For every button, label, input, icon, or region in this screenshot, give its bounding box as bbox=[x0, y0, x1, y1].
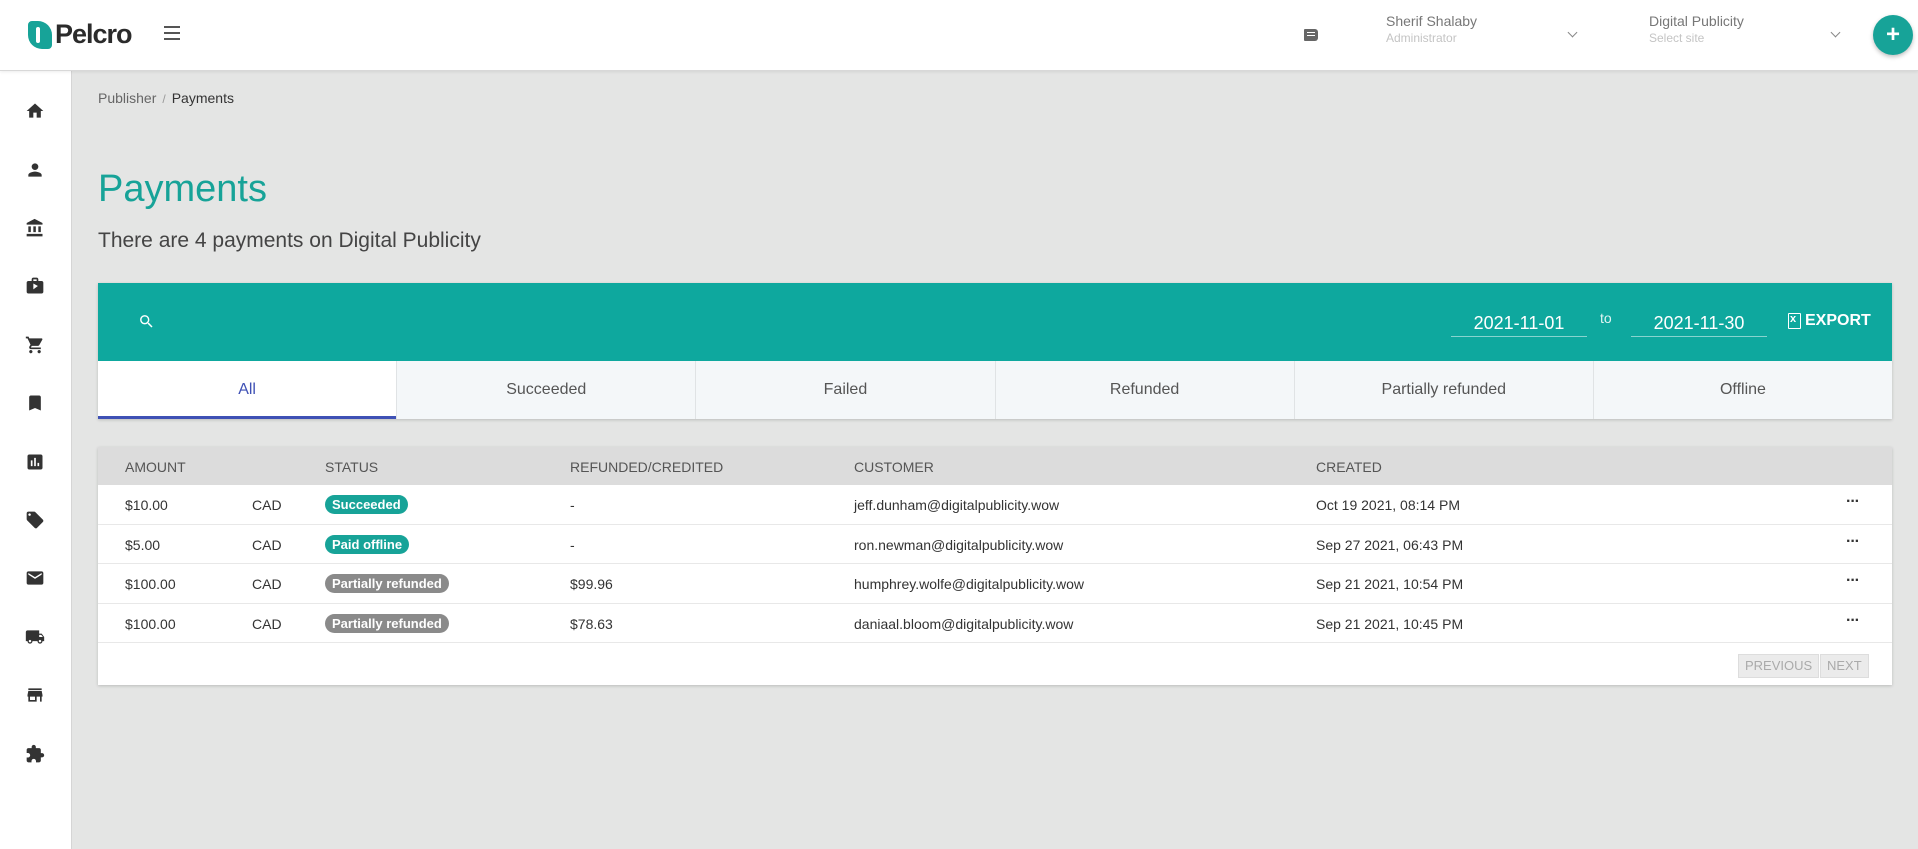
logo-text: Pelcro bbox=[55, 19, 133, 49]
tab-offline[interactable]: Offline bbox=[1594, 361, 1892, 419]
created-cell: Sep 21 2021, 10:45 PM bbox=[1316, 615, 1464, 632]
logo-mark-icon bbox=[28, 20, 52, 49]
created-cell: Sep 21 2021, 10:54 PM bbox=[1316, 576, 1464, 592]
customer-cell[interactable]: ron.newman@digitalpublicity.wow bbox=[854, 537, 1063, 553]
puzzle-icon[interactable] bbox=[25, 744, 45, 764]
status-badge: Paid offline bbox=[325, 534, 410, 554]
payments-table: AMOUNT STATUS REFUNDED/CREDITED CUSTOMER… bbox=[98, 447, 1892, 685]
currency-cell: CAD bbox=[252, 615, 282, 632]
table-row[interactable]: $10.00 CAD Succeeded - jeff.dunham@digit… bbox=[98, 485, 1892, 525]
status-badge: Partially refunded bbox=[325, 574, 449, 593]
tab-partially-refunded[interactable]: Partially refunded bbox=[1295, 361, 1594, 419]
mail-icon[interactable] bbox=[25, 568, 45, 588]
customer-cell[interactable]: jeff.dunham@digitalpublicity.wow bbox=[854, 497, 1059, 513]
top-bar: Pelcro Sherif Shalaby Administrator Digi… bbox=[0, 0, 1918, 71]
amount-cell: $10.00 bbox=[125, 497, 168, 513]
table-row[interactable]: $100.00 CAD Partially refunded $99.96 hu… bbox=[98, 564, 1892, 604]
status-badge: Partially refunded bbox=[325, 613, 449, 633]
site-selector[interactable]: Digital Publicity Select site bbox=[1649, 13, 1849, 45]
cart-icon[interactable] bbox=[25, 335, 45, 355]
store-icon[interactable] bbox=[25, 685, 45, 705]
table-header: AMOUNT STATUS REFUNDED/CREDITED CUSTOMER… bbox=[98, 447, 1892, 485]
bank-icon[interactable] bbox=[25, 218, 45, 238]
refunded-cell: $78.63 bbox=[570, 615, 613, 632]
export-label: EXPORT bbox=[1805, 312, 1871, 329]
customer-cell[interactable]: daniaal.bloom@digitalpublicity.wow bbox=[854, 616, 1073, 632]
status-badge: Succeeded bbox=[325, 495, 408, 514]
export-button[interactable]: EXPORT bbox=[1788, 312, 1871, 330]
more-options-icon[interactable]: ··· bbox=[1846, 612, 1860, 630]
book-icon[interactable] bbox=[1304, 29, 1318, 41]
page-title: Payments bbox=[98, 168, 267, 210]
column-customer[interactable]: CUSTOMER bbox=[854, 459, 934, 475]
tab-all[interactable]: All bbox=[98, 361, 398, 419]
menu-toggle-icon[interactable] bbox=[164, 26, 180, 40]
amount-cell: $100.00 bbox=[125, 576, 176, 592]
excel-file-icon bbox=[1788, 313, 1801, 329]
breadcrumb-publisher[interactable]: Publisher bbox=[98, 90, 156, 106]
more-options-icon[interactable]: ··· bbox=[1846, 533, 1860, 551]
currency-cell: CAD bbox=[252, 576, 282, 592]
home-icon[interactable] bbox=[25, 101, 45, 121]
ticket-icon[interactable] bbox=[25, 510, 45, 530]
next-page-button[interactable]: NEXT bbox=[1820, 654, 1869, 678]
column-amount[interactable]: AMOUNT bbox=[125, 459, 186, 475]
briefcase-icon[interactable] bbox=[25, 276, 45, 296]
tab-failed[interactable]: Failed bbox=[696, 361, 996, 419]
breadcrumb-separator: / bbox=[162, 92, 166, 106]
amount-cell: $5.00 bbox=[125, 536, 161, 553]
filter-card: to EXPORT All Succeeded Failed Refunded … bbox=[98, 283, 1892, 419]
customer-cell[interactable]: humphrey.wolfe@digitalpublicity.wow bbox=[854, 576, 1084, 592]
breadcrumb: Publisher / Payments bbox=[98, 90, 234, 106]
site-name: Digital Publicity bbox=[1649, 13, 1744, 29]
breadcrumb-payments: Payments bbox=[171, 90, 234, 106]
amount-cell: $100.00 bbox=[125, 615, 176, 632]
user-name: Sherif Shalaby bbox=[1386, 13, 1478, 29]
tab-succeeded[interactable]: Succeeded bbox=[397, 361, 697, 419]
more-options-icon[interactable]: ··· bbox=[1846, 572, 1860, 590]
site-placeholder: Select site bbox=[1649, 31, 1705, 45]
date-from-input[interactable] bbox=[1451, 311, 1587, 337]
currency-cell: CAD bbox=[252, 497, 282, 513]
status-tabs: All Succeeded Failed Refunded Partially … bbox=[98, 361, 1892, 419]
pelcro-logo[interactable]: Pelcro bbox=[28, 19, 133, 50]
add-button[interactable]: + bbox=[1873, 15, 1913, 55]
refunded-cell: $99.96 bbox=[570, 576, 613, 592]
to-label: to bbox=[1600, 310, 1612, 326]
tab-refunded[interactable]: Refunded bbox=[996, 361, 1295, 419]
created-cell: Sep 27 2021, 06:43 PM bbox=[1316, 536, 1464, 553]
column-refunded[interactable]: REFUNDED/CREDITED bbox=[570, 459, 723, 475]
user-icon[interactable] bbox=[25, 160, 45, 180]
page-subtitle: There are 4 payments on Digital Publicit… bbox=[98, 229, 481, 252]
more-options-icon[interactable]: ··· bbox=[1846, 493, 1860, 511]
filter-bar: to EXPORT bbox=[98, 283, 1892, 361]
table-row[interactable]: $5.00 CAD Paid offline - ron.newman@digi… bbox=[98, 525, 1892, 564]
column-created[interactable]: CREATED bbox=[1316, 459, 1382, 475]
column-status[interactable]: STATUS bbox=[325, 459, 378, 475]
chart-icon[interactable] bbox=[25, 452, 45, 472]
user-dropdown[interactable]: Sherif Shalaby Administrator bbox=[1386, 13, 1586, 45]
refunded-cell: - bbox=[570, 536, 575, 553]
user-role: Administrator bbox=[1386, 31, 1457, 45]
currency-cell: CAD bbox=[252, 536, 282, 553]
created-cell: Oct 19 2021, 08:14 PM bbox=[1316, 497, 1460, 513]
bookmark-icon[interactable] bbox=[25, 393, 45, 413]
refunded-cell: - bbox=[570, 497, 575, 513]
sidebar bbox=[0, 71, 72, 849]
date-to-input[interactable] bbox=[1631, 311, 1767, 337]
truck-icon[interactable] bbox=[25, 627, 45, 647]
table-row[interactable]: $100.00 CAD Partially refunded $78.63 da… bbox=[98, 604, 1892, 643]
search-icon[interactable] bbox=[138, 313, 155, 330]
previous-page-button[interactable]: PREVIOUS bbox=[1738, 654, 1820, 678]
